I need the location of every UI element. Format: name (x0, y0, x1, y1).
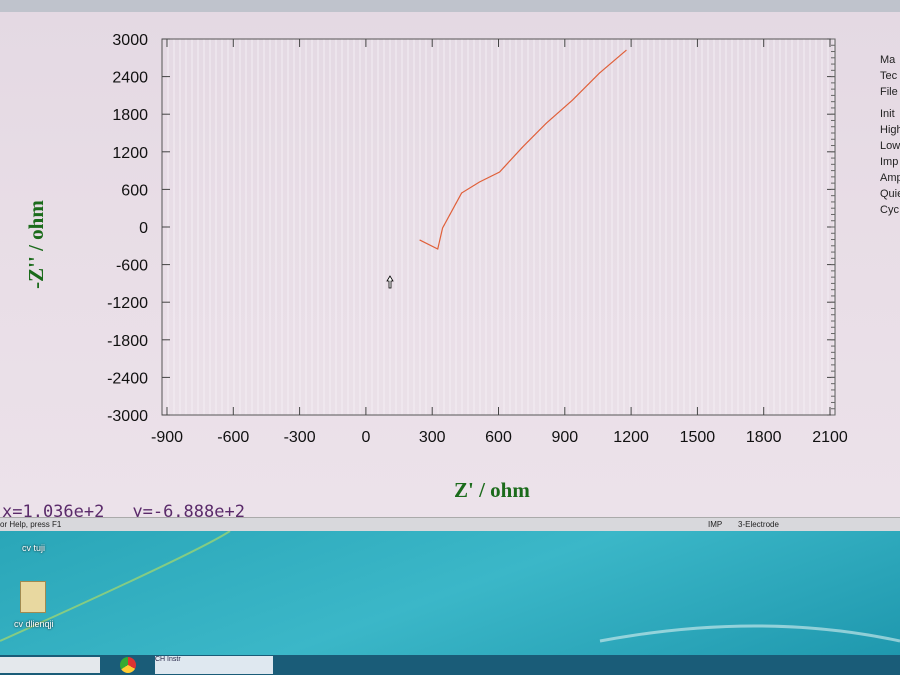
x-tick-label: 1200 (613, 429, 649, 446)
y-tick-label: 0 (139, 220, 148, 237)
series-line-impedance (419, 49, 627, 250)
y-tick-label: 1800 (112, 107, 148, 124)
y-tick-label: 600 (121, 182, 148, 199)
side-panel-item: File (880, 86, 898, 98)
mouse-cursor-icon (386, 275, 394, 289)
x-tick-label: 1800 (746, 429, 782, 446)
taskbar-window-label: CH Instr (155, 656, 181, 663)
taskbar: CH Instr (0, 655, 900, 675)
x-tick-label: -900 (151, 429, 183, 446)
status-electrode: 3-Electrode (738, 520, 779, 529)
nyquist-plot[interactable]: -900 -600 -300 0 300 600 900 1200 1500 1800 210030… (0, 12, 900, 517)
side-panel-item: High (880, 124, 900, 136)
side-panel-item: Low (880, 140, 900, 152)
x-tick-label: 900 (551, 429, 578, 446)
search-box[interactable] (0, 657, 100, 673)
side-panel-item: Amp (880, 172, 900, 184)
side-panel: Ma Tec File Init High Low Imp Amp Quie Cyc (880, 52, 900, 218)
side-panel-item: Tec (880, 70, 898, 82)
y-tick-label: -3000 (107, 408, 148, 425)
side-panel-item: Cyc (880, 204, 899, 216)
y-axis-label: -Z'' / ohm (23, 200, 48, 289)
x-tick-label: 300 (419, 429, 446, 446)
x-axis-label: Z' / ohm (454, 478, 530, 502)
x-tick-label: 600 (485, 429, 512, 446)
y-tick-label: -1200 (107, 295, 148, 312)
side-panel-item: Quie (880, 188, 900, 200)
y-tick-label: -600 (116, 258, 148, 275)
folder-icon[interactable] (20, 581, 46, 613)
side-panel-item: Ma (880, 54, 896, 66)
y-tick-label: 3000 (112, 32, 148, 49)
status-mode: IMP (708, 520, 723, 529)
desktop: cv tuji cv dlienqji (0, 531, 900, 655)
y-tick-label: 2400 (112, 70, 148, 87)
x-tick-label: -300 (284, 429, 316, 446)
x-tick-label: 0 (361, 429, 370, 446)
x-tick-label: 1500 (680, 429, 716, 446)
wallpaper-swoosh (0, 531, 900, 643)
y-tick-label: -2400 (107, 370, 148, 387)
side-panel-item: Init (880, 108, 895, 120)
side-panel-item: Imp (880, 156, 899, 168)
y-tick-label: -1800 (107, 333, 148, 350)
status-bar: or Help, press F1 IMP 3-Electrode (0, 517, 900, 532)
x-tick-label: 2100 (812, 429, 848, 446)
y-tick-label: 1200 (112, 145, 148, 162)
x-tick-label: -600 (217, 429, 249, 446)
chrome-icon[interactable] (120, 657, 136, 673)
desktop-icon-1[interactable]: cv tuji (22, 543, 45, 553)
taskbar-window-button[interactable]: CH Instr (155, 656, 273, 674)
title-bar (0, 0, 900, 12)
plot-window: -900 -600 -300 0 300 600 900 1200 1500 1800 2100 30… (0, 12, 900, 522)
desktop-icon-2[interactable]: cv dlienqji (14, 619, 54, 629)
status-help: or Help, press F1 (0, 520, 62, 529)
